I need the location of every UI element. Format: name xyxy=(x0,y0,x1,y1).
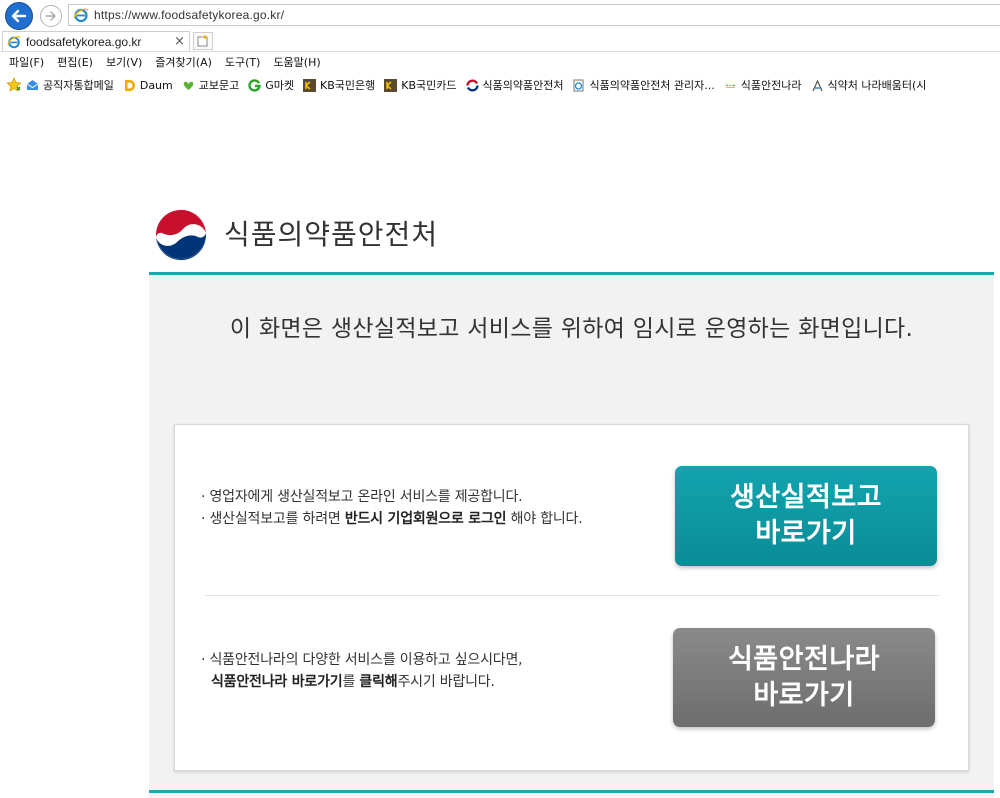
favorite-label: 식품의약품안전처 xyxy=(482,79,564,92)
mfds-icon xyxy=(465,79,479,91)
favorite-link[interactable]: Daum xyxy=(123,79,173,92)
favorite-link[interactable]: 식품안전나라 xyxy=(724,77,802,93)
menu-help[interactable]: 도움말(H) xyxy=(273,54,320,70)
favorite-link[interactable]: 교보문고 xyxy=(182,77,239,93)
description-line: · 식품안전나라의 다양한 서비스를 이용하고 싶으시다면, xyxy=(201,652,523,668)
button-label-line: 바로가기 xyxy=(753,679,855,711)
favorite-link[interactable]: 식품의약품안전처 xyxy=(465,77,564,93)
url-text: https://www.foodsafetykorea.go.kr/ xyxy=(94,8,285,22)
favorite-link[interactable]: KB국민은행 xyxy=(303,77,375,93)
arrow-right-icon xyxy=(45,11,56,21)
description-line: 식품안전나라 바로가기를 클릭해주시기 바랍니다. xyxy=(201,671,522,693)
emphasis-text: 클릭해 xyxy=(359,674,398,690)
favorite-label: 식약처 나라배움터(시 xyxy=(827,79,927,92)
page-headline: 이 화면은 생산실적보고 서비스를 위하여 임시로 운영하는 화면입니다. xyxy=(229,316,914,342)
emphasis-text: 식품안전나라 바로가기 xyxy=(211,674,343,690)
panel-bottom-rule xyxy=(149,790,994,793)
foodsafety-description: · 식품안전나라의 다양한 서비스를 이용하고 싶으시다면, 식품안전나라 바로… xyxy=(201,649,523,693)
browser-tab[interactable]: foodsafetykorea.go.kr × xyxy=(2,31,190,52)
production-report-button[interactable]: 생산실적보고 바로가기 xyxy=(675,466,937,566)
favorite-label: KB국민은행 xyxy=(320,79,376,92)
mfds-logo-icon xyxy=(155,208,207,261)
text-segment: · 생산실적보고를 하려면 xyxy=(201,511,345,527)
favorite-link[interactable]: 공직자통합메일 xyxy=(26,77,114,93)
favorite-label: Daum xyxy=(139,78,173,92)
favorite-link[interactable]: G마켓 xyxy=(248,77,294,93)
favorite-label: 식품의약품안전처 관리자... xyxy=(589,79,715,92)
foodsafety-icon xyxy=(724,83,736,88)
menu-tools[interactable]: 도구(T) xyxy=(225,54,261,70)
ie-icon xyxy=(73,8,89,23)
menu-edit[interactable]: 편집(E) xyxy=(57,54,93,70)
description-line: · 영업자에게 생산실적보고 온라인 서비스를 제공합니다. xyxy=(201,489,523,505)
text-segment: 주시기 바랍니다. xyxy=(397,674,495,690)
foodsafety-portal-button[interactable]: 식품안전나라 바로가기 xyxy=(673,628,935,727)
mail-icon xyxy=(26,79,39,90)
favorite-label: 공직자통합메일 xyxy=(43,79,114,92)
button-label-line: 식품안전나라 xyxy=(727,643,881,675)
organization-name: 식품의약품안전처 xyxy=(224,218,439,251)
back-button[interactable] xyxy=(5,2,33,30)
favorite-link[interactable]: 식약처 나라배움터(시 xyxy=(811,77,927,93)
address-bar-row: https://www.foodsafetykorea.go.kr/ xyxy=(0,0,1000,30)
service-card: · 영업자에게 생산실적보고 온라인 서비스를 제공합니다. · 생산실적보고를… xyxy=(174,424,969,771)
page-icon xyxy=(573,79,584,91)
button-label-line: 생산실적보고 xyxy=(729,482,883,513)
ie-icon xyxy=(7,36,21,49)
kyobo-icon xyxy=(183,81,194,90)
button-label-line: 바로가기 xyxy=(755,518,857,549)
favorites-star-icon[interactable] xyxy=(6,77,22,93)
section-divider xyxy=(205,595,940,596)
tab-title: foodsafetykorea.go.kr xyxy=(26,35,142,49)
favorite-label: 교보문고 xyxy=(198,79,240,92)
text-segment: 를 xyxy=(342,674,360,690)
daum-icon xyxy=(124,79,135,91)
menu-favorites[interactable]: 즐겨찾기(A) xyxy=(155,54,212,70)
notice-panel: 이 화면은 생산실적보고 서비스를 위하여 임시로 운영하는 화면입니다. · … xyxy=(149,272,994,798)
menu-bar: 파일(F) 편집(E) 보기(V) 즐겨찾기(A) 도구(T) 도움말(H) xyxy=(0,52,1000,72)
menu-file[interactable]: 파일(F) xyxy=(9,54,44,70)
text-segment: 해야 합니다. xyxy=(506,511,583,527)
new-tab-button[interactable] xyxy=(193,32,213,50)
arrow-left-icon xyxy=(11,9,27,23)
url-field[interactable]: https://www.foodsafetykorea.go.kr/ xyxy=(68,4,1000,26)
favorite-label: KB국민카드 xyxy=(401,79,457,92)
menu-view[interactable]: 보기(V) xyxy=(106,54,142,70)
favorite-label: G마켓 xyxy=(265,79,294,92)
favorite-link[interactable]: 식품의약품안전처 관리자... xyxy=(572,77,715,93)
favorites-bar: 공직자통합메일 Daum 교보문고 G마켓 KB국민은행 KB국민카드 식품의약… xyxy=(0,73,1000,97)
gmarket-icon xyxy=(248,78,262,92)
production-report-description: · 영업자에게 생산실적보고 온라인 서비스를 제공합니다. · 생산실적보고를… xyxy=(201,486,583,530)
kb-bank-icon xyxy=(303,78,316,92)
favorite-link[interactable]: KB국민카드 xyxy=(384,77,457,93)
new-tab-icon xyxy=(197,35,208,47)
forward-button[interactable] xyxy=(40,5,62,27)
description-line: · 생산실적보고를 하려면 반드시 기업회원으로 로그인 해야 합니다. xyxy=(201,508,583,530)
tab-bar: foodsafetykorea.go.kr × xyxy=(0,30,1000,52)
favorite-label: 식품안전나라 xyxy=(740,79,802,92)
academy-icon xyxy=(811,79,823,91)
emphasis-text: 반드시 기업회원으로 로그인 xyxy=(344,511,507,527)
close-icon[interactable]: × xyxy=(174,34,185,50)
kb-card-icon xyxy=(384,78,398,92)
